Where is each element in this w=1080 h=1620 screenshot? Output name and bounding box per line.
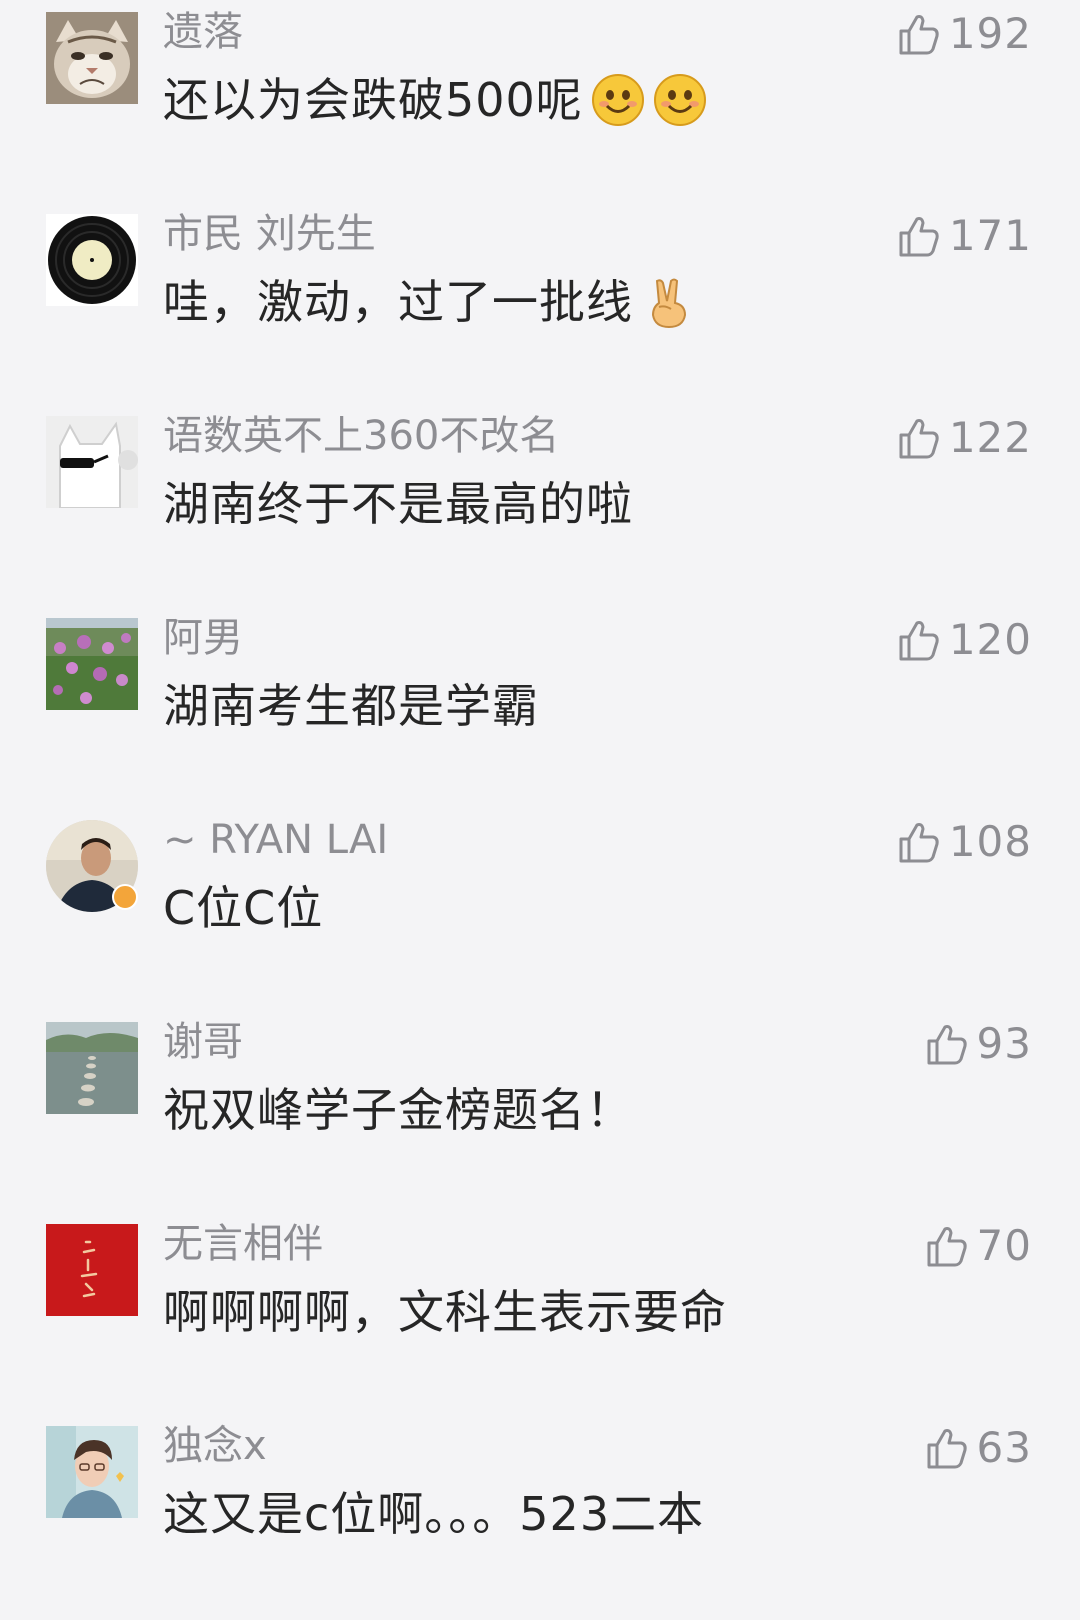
comment-text-content: C位C位 xyxy=(163,881,324,935)
comment-item: 谢哥 祝双峰学子金榜题名！ 93 xyxy=(0,1010,1080,1216)
avatar[interactable] xyxy=(46,1426,138,1518)
comment-item: 市民 刘先生 哇，激动，过了一批线 171 xyxy=(0,202,1080,408)
comment-item: 无言相伴 啊啊啊啊，文科生表示要命 70 xyxy=(0,1212,1080,1418)
thumbs-up-icon xyxy=(895,617,941,663)
username[interactable]: 阿男 xyxy=(163,612,243,664)
avatar[interactable] xyxy=(46,12,138,104)
like-count: 63 xyxy=(976,1423,1032,1472)
like-button[interactable]: 93 xyxy=(923,1016,1032,1072)
grumpy-cat-icon xyxy=(46,12,138,104)
comment-text: 啊啊啊啊，文科生表示要命 xyxy=(163,1282,727,1342)
comment-text-content: 湖南考生都是学霸 xyxy=(163,679,539,733)
comment-item: 语数英不上360不改名 湖南终于不是最高的啦 122 xyxy=(0,404,1080,610)
like-count: 192 xyxy=(948,9,1032,58)
thumbs-up-icon xyxy=(895,11,941,57)
comment-text-content: 啊啊啊啊，文科生表示要命 xyxy=(163,1285,727,1339)
comment-item: 阿男 湖南考生都是学霸 120 xyxy=(0,606,1080,812)
avatar[interactable] xyxy=(46,1224,138,1316)
username[interactable]: 遗落 xyxy=(163,6,243,58)
like-count: 120 xyxy=(948,615,1032,664)
like-count: 108 xyxy=(948,817,1032,866)
smile-emoji-icon xyxy=(653,73,707,127)
like-button[interactable]: 192 xyxy=(895,6,1032,62)
username[interactable]: 语数英不上360不改名 xyxy=(163,410,559,462)
comment-text: 哇，激动，过了一批线 xyxy=(163,272,695,333)
smile-emoji-icon xyxy=(591,73,645,127)
river-stepping-stones-photo xyxy=(46,1022,138,1114)
flower-field-photo xyxy=(46,618,138,710)
young-man-portrait-photo xyxy=(46,1426,138,1518)
comment-text: 还以为会跌破500呢 xyxy=(163,70,707,131)
thumbs-up-icon xyxy=(923,1425,969,1471)
comment-text: 这又是c位啊。。。523二本 xyxy=(163,1484,704,1544)
like-button[interactable]: 120 xyxy=(895,612,1032,668)
like-button[interactable]: 171 xyxy=(895,208,1032,264)
comment-text-content: 还以为会跌破500呢 xyxy=(163,73,583,127)
comment-text: 祝双峰学子金榜题名！ xyxy=(163,1080,633,1140)
like-button[interactable]: 108 xyxy=(895,814,1032,870)
comment-list: 遗落 还以为会跌破500呢 192 市民 刘先生 哇，激动，过了一批线 171 xyxy=(0,0,1080,1602)
comment-item: 独念x 这又是c位啊。。。523二本 63 xyxy=(0,1414,1080,1620)
like-count: 93 xyxy=(976,1019,1032,1068)
avatar[interactable] xyxy=(46,618,138,710)
thumbs-up-icon xyxy=(895,213,941,259)
like-count: 171 xyxy=(948,211,1032,260)
like-button[interactable]: 63 xyxy=(923,1420,1032,1476)
thumbs-up-icon xyxy=(923,1021,969,1067)
comment-item: 遗落 还以为会跌破500呢 192 xyxy=(0,0,1080,206)
cool-dog-sunglasses-icon xyxy=(46,416,138,508)
vinyl-record-icon xyxy=(46,214,138,306)
thumbs-up-icon xyxy=(923,1223,969,1269)
thumbs-up-icon xyxy=(895,819,941,865)
comment-text-content: 哇，激动，过了一批线 xyxy=(163,275,633,329)
comment-text: 湖南考生都是学霸 xyxy=(163,676,539,736)
comment-text: 湖南终于不是最高的啦 xyxy=(163,474,633,534)
like-count: 70 xyxy=(976,1221,1032,1270)
username[interactable]: 无言相伴 xyxy=(163,1218,323,1270)
avatar[interactable] xyxy=(46,214,138,306)
username[interactable]: 市民 刘先生 xyxy=(163,208,376,260)
username[interactable]: 独念x xyxy=(163,1420,267,1472)
victory-hand-emoji-icon xyxy=(641,275,695,329)
username[interactable]: 谢哥 xyxy=(163,1016,243,1068)
comment-item: ~ RYAN LAI C位C位 108 xyxy=(0,808,1080,1014)
avatar[interactable] xyxy=(46,416,138,508)
comment-text-content: 祝双峰学子金榜题名！ xyxy=(163,1083,633,1137)
username[interactable]: ~ RYAN LAI xyxy=(163,814,388,866)
like-button[interactable]: 70 xyxy=(923,1218,1032,1274)
thumbs-up-icon xyxy=(895,415,941,461)
like-count: 122 xyxy=(948,413,1032,462)
avatar[interactable] xyxy=(46,1022,138,1114)
red-calligraphy-icon xyxy=(46,1224,138,1316)
verified-badge-icon xyxy=(112,884,138,910)
like-button[interactable]: 122 xyxy=(895,410,1032,466)
comment-text-content: 这又是c位啊。。。523二本 xyxy=(163,1487,705,1541)
comment-text-content: 湖南终于不是最高的啦 xyxy=(163,477,633,531)
comment-text: C位C位 xyxy=(163,878,323,938)
